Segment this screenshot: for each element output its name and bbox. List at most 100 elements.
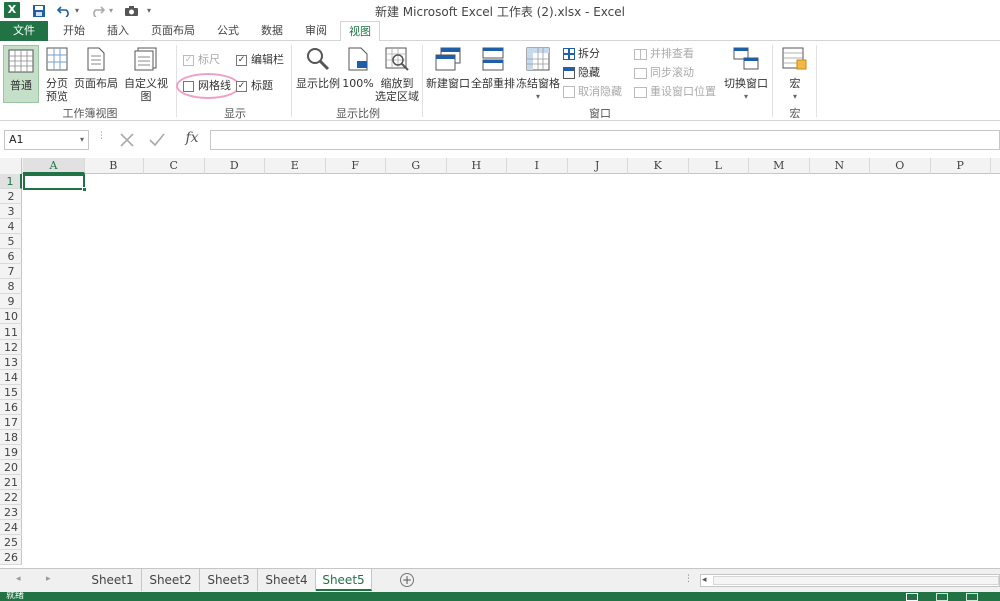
page-break-preview-button[interactable]: 分页 预览 (42, 47, 72, 103)
column-header[interactable]: A (23, 158, 85, 174)
column-header[interactable]: H (447, 158, 507, 174)
scroll-left-icon[interactable]: ◂ (702, 575, 707, 586)
row-header[interactable]: 4 (0, 219, 22, 235)
cancel-icon[interactable] (118, 131, 140, 149)
reset-window-position-button[interactable]: 重设窗口位置 (634, 84, 716, 100)
view-side-by-side-button[interactable]: 并排查看 (634, 46, 694, 62)
page-layout-icon (86, 47, 106, 71)
column-header[interactable]: F (326, 158, 386, 174)
column-header[interactable]: L (689, 158, 749, 174)
column-header[interactable]: M (749, 158, 810, 174)
row-header[interactable]: 3 (0, 204, 22, 220)
enter-icon[interactable] (148, 131, 170, 149)
row-header[interactable]: 5 (0, 234, 22, 250)
tab-split-grip-icon[interactable]: ⋮ (684, 574, 693, 584)
row-header[interactable]: 14 (0, 370, 22, 385)
split-button[interactable]: 拆分 (563, 46, 600, 62)
sheet-tab[interactable]: Sheet5 (316, 569, 372, 591)
row-header[interactable]: 7 (0, 264, 22, 280)
tab-view[interactable]: 视图 (340, 21, 380, 42)
new-sheet-icon[interactable]: + (400, 573, 414, 587)
tab-page-layout[interactable]: 页面布局 (144, 21, 202, 41)
sheet-tab[interactable]: Sheet4 (258, 569, 316, 591)
normal-view-status-icon[interactable] (906, 593, 918, 601)
name-box-dropdown-icon[interactable]: ▾ (80, 131, 84, 149)
tab-insert[interactable]: 插入 (100, 21, 136, 41)
synchronous-scrolling-button[interactable]: 同步滚动 (634, 65, 694, 81)
row-header[interactable]: 2 (0, 189, 22, 205)
column-header[interactable]: B (84, 158, 144, 174)
column-header[interactable]: O (870, 158, 931, 174)
column-header[interactable]: G (386, 158, 447, 174)
page-layout-status-icon[interactable] (936, 593, 948, 601)
formula-bar-grip-icon[interactable]: ⋮ (97, 132, 106, 147)
tab-home[interactable]: 开始 (56, 21, 92, 41)
zoom-button[interactable]: 显示比例 (295, 47, 341, 90)
row-header[interactable]: 17 (0, 415, 22, 430)
row-header[interactable]: 15 (0, 385, 22, 400)
name-box[interactable]: A1 ▾ (4, 130, 89, 150)
row-header[interactable]: 19 (0, 445, 22, 460)
tab-data[interactable]: 数据 (254, 21, 290, 41)
formula-bar-checkbox[interactable]: ✓ 编辑栏 (236, 52, 284, 68)
custom-views-button[interactable]: 自定义视图 (119, 47, 173, 103)
row-header[interactable]: 11 (0, 325, 22, 340)
freeze-panes-button[interactable]: 冻结窗格 ▾ (516, 47, 560, 103)
zoom-to-selection-button[interactable]: 缩放到 选定区域 (374, 47, 420, 103)
scroll-tabs-right-icon[interactable]: ▸ (46, 574, 51, 584)
tab-file[interactable]: 文件 (0, 21, 48, 41)
unhide-button[interactable]: 取消隐藏 (563, 84, 622, 100)
row-header[interactable]: 24 (0, 520, 22, 536)
row-header[interactable]: 18 (0, 430, 22, 445)
formula-input[interactable] (210, 130, 1000, 150)
row-header[interactable]: 21 (0, 475, 22, 490)
row-header[interactable]: 6 (0, 249, 22, 265)
column-header[interactable]: N (810, 158, 870, 174)
new-window-icon (435, 47, 461, 71)
row-header[interactable]: 1 (0, 174, 22, 189)
scroll-tabs-left-icon[interactable]: ◂ (16, 574, 21, 584)
row-header[interactable]: 9 (0, 294, 22, 310)
headings-checkbox[interactable]: ✓ 标题 (236, 78, 273, 94)
arrange-all-button[interactable]: 全部重排 (471, 47, 515, 90)
column-header[interactable]: C (144, 158, 205, 174)
column-header[interactable]: K (628, 158, 689, 174)
select-all-corner[interactable] (0, 158, 22, 174)
tab-formulas[interactable]: 公式 (210, 21, 246, 41)
normal-view-button[interactable]: 普通 (3, 45, 39, 103)
column-header[interactable]: I (507, 158, 568, 174)
horizontal-scrollbar[interactable]: ◂ (700, 574, 1000, 587)
tab-review[interactable]: 审阅 (298, 21, 334, 41)
active-cell[interactable] (23, 174, 85, 190)
switch-windows-button[interactable]: 切换窗口 ▾ (722, 47, 770, 103)
page-layout-view-button[interactable]: 页面布局 (74, 47, 118, 90)
page-break-status-icon[interactable] (966, 593, 978, 601)
row-header[interactable]: 26 (0, 550, 22, 566)
row-header[interactable]: 13 (0, 355, 22, 370)
hide-button[interactable]: 隐藏 (563, 65, 600, 81)
column-header[interactable]: D (205, 158, 265, 174)
column-header[interactable]: P (931, 158, 991, 174)
row-header[interactable]: 8 (0, 279, 22, 295)
row-header[interactable]: 16 (0, 400, 22, 415)
zoom-100-button[interactable]: 100% (342, 47, 374, 90)
ruler-checkbox[interactable]: ✓ 标尺 (183, 52, 220, 68)
worksheet-grid[interactable]: ABCDEFGHIJKLMNOP 1 2 3 4 5 6 7 8 9 10 11 12 13 14 15 16… (0, 158, 1000, 568)
row-header[interactable]: 25 (0, 535, 22, 551)
column-header[interactable]: E (265, 158, 326, 174)
insert-function-icon[interactable]: fx (182, 130, 202, 148)
macros-button[interactable]: 宏 ▾ (778, 47, 812, 103)
fill-handle[interactable] (82, 187, 87, 192)
workbook-views-group-label: 工作簿视图 (62, 107, 118, 120)
column-header[interactable]: J (568, 158, 628, 174)
scrollbar-thumb[interactable] (713, 576, 999, 585)
sheet-tab[interactable]: Sheet3 (200, 569, 258, 591)
row-header[interactable]: 22 (0, 490, 22, 506)
sheet-tab[interactable]: Sheet2 (142, 569, 200, 591)
new-window-button[interactable]: 新建窗口 (426, 47, 470, 90)
row-header[interactable]: 23 (0, 505, 22, 521)
row-header[interactable]: 10 (0, 309, 22, 325)
sheet-tab[interactable]: Sheet1 (84, 569, 142, 591)
row-header[interactable]: 12 (0, 340, 22, 355)
row-header[interactable]: 20 (0, 460, 22, 475)
